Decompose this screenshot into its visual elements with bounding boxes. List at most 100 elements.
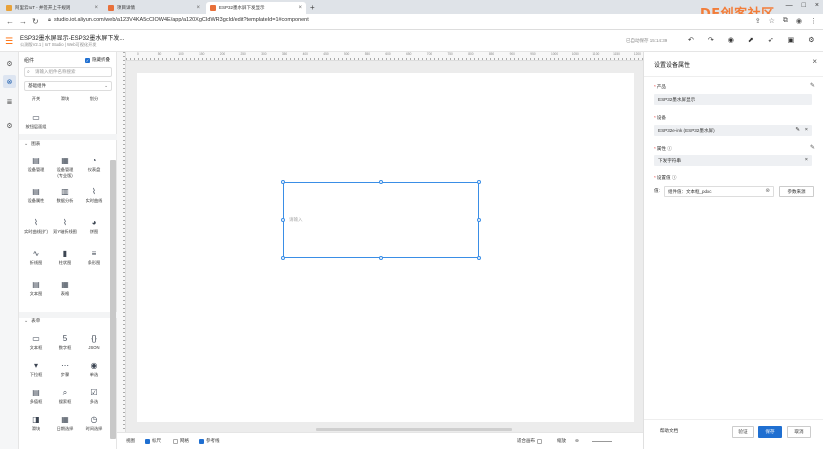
zoom-out-icon[interactable]: ⊖ bbox=[575, 438, 579, 444]
back-arrow-icon[interactable]: ← bbox=[6, 17, 14, 26]
help-icon[interactable]: ⓘ bbox=[672, 175, 677, 180]
device-field[interactable]: ESP32e-ink (ESP32墨水屏) ✎ × bbox=[654, 125, 812, 136]
share-icon[interactable]: ⇪ bbox=[755, 17, 761, 25]
browser-tab-2[interactable]: 项目详情 × bbox=[104, 2, 204, 14]
param-source-button[interactable]: 参数来源 bbox=[779, 186, 814, 197]
resize-handle-ne[interactable] bbox=[477, 180, 481, 184]
chart-component[interactable]: ⌇ 实时曲线 bbox=[81, 187, 107, 204]
cancel-button[interactable]: 取消 bbox=[787, 426, 811, 438]
view-label[interactable]: 视图 bbox=[126, 438, 135, 444]
form-component[interactable]: ☑ 多选 bbox=[81, 388, 107, 405]
ruler-toggle[interactable]: 标尺 bbox=[145, 438, 161, 444]
section-charts[interactable]: ⌄ 图表 bbox=[24, 141, 40, 147]
edit-pencil-icon[interactable]: ✎ bbox=[810, 82, 815, 89]
redo-icon[interactable]: ↷ bbox=[708, 36, 714, 44]
rocket-icon[interactable]: ➶ bbox=[768, 36, 774, 44]
chart-component[interactable]: ▤ 设备属性 bbox=[23, 187, 49, 204]
close-icon[interactable]: × bbox=[196, 5, 200, 11]
edit-pencil-icon[interactable]: ✎ bbox=[795, 125, 800, 136]
reload-icon[interactable]: ↻ bbox=[32, 17, 39, 26]
form-component[interactable]: ◷ 时间选择 bbox=[81, 415, 107, 432]
component-switch[interactable]: 开关 bbox=[23, 96, 49, 101]
checkbox-icon[interactable] bbox=[537, 438, 542, 444]
chart-component[interactable]: ▦ 设备管理 (专业版) bbox=[52, 156, 78, 179]
resize-handle-n[interactable] bbox=[379, 180, 383, 184]
chart-component[interactable]: ⌇ 双Y轴折线图 bbox=[52, 218, 78, 235]
value-input[interactable]: 组件值：文本框_pdxc ⊗ bbox=[664, 186, 774, 197]
chart-component[interactable]: ≡ 条形图 bbox=[81, 249, 107, 266]
help-icon[interactable]: ⓘ bbox=[667, 146, 672, 151]
checkbox-icon[interactable] bbox=[173, 438, 178, 444]
star-icon[interactable]: ☆ bbox=[769, 17, 775, 25]
forward-arrow-icon[interactable]: → bbox=[19, 17, 27, 26]
menu-icon[interactable]: ⋮ bbox=[810, 17, 817, 25]
attribute-field[interactable]: 下发字符串 × bbox=[654, 155, 812, 166]
component-slider[interactable]: 滑块 bbox=[52, 96, 78, 101]
edit-pencil-icon[interactable]: ✎ bbox=[810, 144, 815, 151]
clear-circle-icon[interactable]: ⊗ bbox=[765, 187, 770, 196]
resize-handle-se[interactable] bbox=[477, 256, 481, 260]
chart-component[interactable]: ▥ 数据分析 bbox=[52, 187, 78, 204]
chart-component[interactable]: ▤ 设备管理 bbox=[23, 156, 49, 173]
chart-component[interactable]: ◔ 仪表盘 bbox=[81, 156, 107, 173]
zoom-slider[interactable] bbox=[592, 441, 612, 442]
hide-collapse-toggle[interactable]: ✓ 隐藏折叠 bbox=[85, 57, 110, 63]
category-select[interactable]: 基础组件 ⌄ bbox=[24, 81, 112, 91]
publish-icon[interactable]: ⬈ bbox=[748, 36, 754, 44]
section-forms[interactable]: ⌄ 表单 bbox=[24, 318, 40, 324]
resize-handle-s[interactable] bbox=[379, 256, 383, 260]
form-component[interactable]: ⌕ 搜索框 bbox=[52, 388, 78, 405]
close-icon[interactable]: × bbox=[94, 5, 98, 11]
resize-handle-e[interactable] bbox=[477, 218, 481, 222]
form-component[interactable]: 5 数字框 bbox=[52, 334, 78, 351]
minimize-button[interactable]: — bbox=[786, 2, 793, 9]
browser-tab-3[interactable]: ESP32墨水屏下发显示 × bbox=[206, 2, 306, 14]
url-field[interactable]: 🔒︎ studio.iot.aliyun.com/web/a123V4KA5cCI… bbox=[48, 17, 309, 24]
form-component[interactable]: ◨ 滑块 bbox=[23, 415, 49, 432]
resize-handle-sw[interactable] bbox=[281, 256, 285, 260]
layers-icon[interactable]: ≣ bbox=[3, 95, 16, 108]
new-tab-button[interactable]: + bbox=[310, 3, 315, 12]
close-icon[interactable]: × bbox=[298, 5, 302, 11]
profile-icon[interactable]: ◉ bbox=[796, 17, 802, 25]
guides-toggle[interactable]: 参考线 bbox=[199, 438, 220, 444]
checkbox-checked-icon[interactable] bbox=[145, 438, 150, 444]
form-component[interactable]: {} JSON bbox=[81, 334, 107, 350]
settings-icon[interactable]: ⚙ bbox=[808, 36, 814, 44]
form-component[interactable]: ▦ 日期选择 bbox=[52, 415, 78, 432]
canvas-horizontal-scrollbar[interactable] bbox=[316, 428, 512, 431]
form-component[interactable]: ▤ 多值框 bbox=[23, 388, 49, 405]
form-component[interactable]: ▾ 下拉框 bbox=[23, 361, 49, 378]
save-button[interactable]: 保存 bbox=[758, 426, 782, 438]
component-button-group[interactable]: ▭ 按钮层面组 bbox=[23, 113, 49, 130]
panel-scrollbar[interactable] bbox=[110, 160, 116, 439]
hamburger-menu-icon[interactable]: ☰ bbox=[5, 36, 13, 47]
checkbox-checked-icon[interactable] bbox=[199, 438, 204, 444]
product-field[interactable]: ESP32墨水屏显示 bbox=[654, 94, 812, 105]
component-search-input[interactable]: ⌕ 请输入组件名称搜索 bbox=[24, 67, 112, 77]
resize-handle-w[interactable] bbox=[281, 218, 285, 222]
resize-handle-nw[interactable] bbox=[281, 180, 285, 184]
browser-tab-1[interactable]: 阿里云IoT - 并签开上千规则 × bbox=[2, 2, 102, 14]
maximize-button[interactable]: □ bbox=[802, 2, 806, 9]
settings-icon[interactable]: ⚙ bbox=[3, 119, 16, 132]
grid-toggle[interactable]: 网格 bbox=[173, 438, 189, 444]
verify-button[interactable]: 验证 bbox=[732, 426, 754, 438]
chart-component[interactable]: ⌇ 实时曲线(扩) bbox=[23, 218, 49, 235]
chart-component[interactable]: ∿ 折线图 bbox=[23, 249, 49, 266]
component-divider[interactable]: 划分 bbox=[81, 96, 107, 101]
undo-icon[interactable]: ↶ bbox=[688, 36, 694, 44]
component-icon[interactable]: ⊗ bbox=[3, 75, 16, 88]
checkbox-checked-icon[interactable]: ✓ bbox=[85, 57, 90, 63]
clear-icon[interactable]: × bbox=[805, 155, 808, 166]
preview-icon[interactable]: ◉ bbox=[728, 36, 734, 44]
save-icon[interactable]: ▣ bbox=[788, 36, 795, 44]
help-docs-link[interactable]: 帮助文档 bbox=[654, 426, 684, 438]
form-component[interactable]: ⋯ 步骤 bbox=[52, 361, 78, 378]
chart-component[interactable]: ◕ 饼图 bbox=[81, 218, 107, 235]
form-component[interactable]: ◉ 单选 bbox=[81, 361, 107, 378]
clear-icon[interactable]: × bbox=[805, 125, 808, 136]
selected-text-widget[interactable]: 请输入 bbox=[281, 180, 481, 260]
chart-component[interactable]: ▮ 柱状图 bbox=[52, 249, 78, 266]
fit-canvas-toggle[interactable]: 适合画布 bbox=[517, 438, 542, 444]
